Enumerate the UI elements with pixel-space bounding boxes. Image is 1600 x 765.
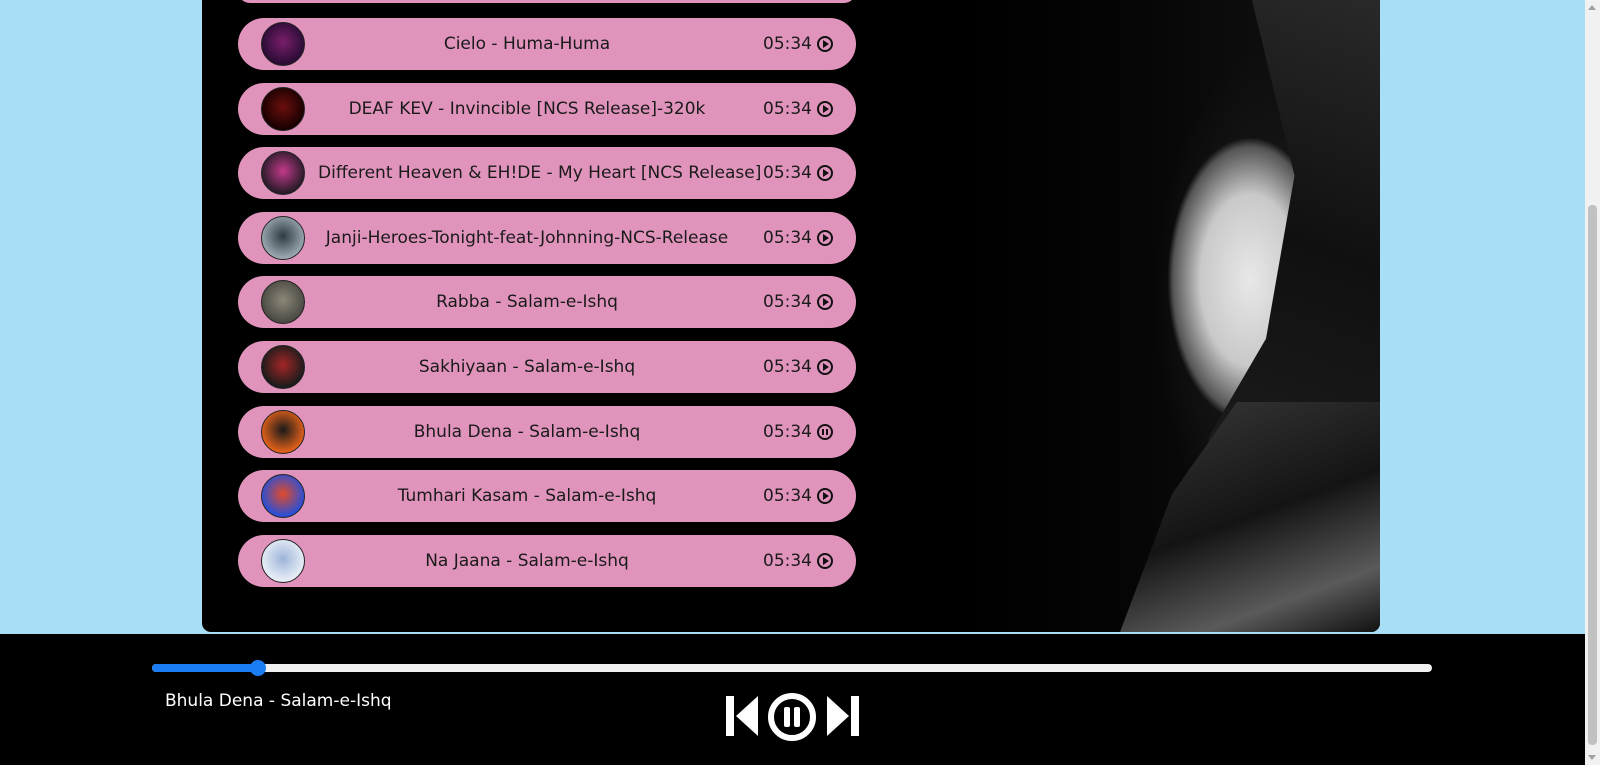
song-duration: 05:34: [763, 227, 812, 248]
progress-handle[interactable]: [250, 660, 267, 676]
song-item[interactable]: Tumhari Kasam - Salam-e-Ishq 05:34: [238, 470, 856, 523]
song-item[interactable]: DEAF KEV - Invincible [NCS Release]-320k…: [238, 82, 856, 135]
song-thumbnail: [261, 22, 305, 66]
song-thumbnail: [261, 151, 305, 196]
song-thumbnail: [261, 280, 305, 325]
song-thumbnail: [261, 344, 305, 389]
play-circle-icon[interactable]: [817, 100, 833, 117]
song-thumbnail: [261, 474, 305, 519]
progress-bar[interactable]: [152, 660, 1432, 676]
song-item[interactable]: Na Jaana - Salam-e-Ishq 05:34: [238, 534, 856, 587]
play-circle-icon[interactable]: [817, 294, 833, 311]
skip-next-icon[interactable]: [825, 692, 861, 740]
song-item-partial[interactable]: [238, 0, 856, 3]
song-duration: 05:34: [763, 292, 812, 313]
song-title: Bhula Dena - Salam-e-Ishq: [413, 421, 641, 442]
progress-fill: [152, 664, 259, 672]
song-duration: 05:34: [763, 34, 812, 54]
skip-previous-icon[interactable]: [724, 692, 760, 740]
song-item[interactable]: Different Heaven & EH!DE - My Heart [NCS…: [238, 147, 856, 200]
play-circle-icon[interactable]: [817, 488, 833, 505]
scroll-down-arrow-icon[interactable]: [1588, 755, 1596, 760]
scroll-thumb[interactable]: [1588, 205, 1597, 745]
play-circle-icon[interactable]: [817, 165, 833, 182]
song-thumbnail: [261, 86, 305, 131]
song-list: Cielo - Huma-Huma 05:34 DEAF KEV - Invinci…: [238, 0, 856, 599]
play-circle-icon[interactable]: [817, 229, 833, 246]
song-title: Janji-Heroes-Tonight-feat-Johnning-NCS-R…: [325, 227, 729, 248]
artist-portrait-image: [960, 0, 1380, 632]
song-item[interactable]: Rabba - Salam-e-Ishq 05:34: [238, 276, 856, 329]
song-title: Sakhiyaan - Salam-e-Ishq: [418, 356, 636, 377]
portrait-jacket: [1120, 402, 1380, 632]
page-scrollbar[interactable]: [1585, 0, 1600, 765]
playback-controls: [724, 692, 861, 742]
song-thumbnail: [261, 409, 305, 454]
play-circle-icon[interactable]: [817, 36, 833, 52]
play-circle-icon[interactable]: [817, 358, 833, 375]
song-title: Tumhari Kasam - Salam-e-Ishq: [397, 486, 657, 507]
scroll-up-arrow-icon[interactable]: [1588, 5, 1596, 10]
song-title: Rabba - Salam-e-Ishq: [436, 292, 618, 313]
player-bar: Bhula Dena - Salam-e-Ishq: [0, 634, 1585, 765]
song-item[interactable]: Sakhiyaan - Salam-e-Ishq 05:34: [238, 340, 856, 393]
song-title: DEAF KEV - Invincible [NCS Release]-320k: [348, 98, 706, 119]
song-title: Na Jaana - Salam-e-Ishq: [425, 550, 629, 571]
song-title: Different Heaven & EH!DE - My Heart [NCS…: [318, 163, 762, 184]
song-duration: 05:34: [763, 356, 812, 377]
play-circle-icon[interactable]: [817, 552, 833, 569]
song-item[interactable]: Janji-Heroes-Tonight-feat-Johnning-NCS-R…: [238, 211, 856, 264]
song-title: Cielo - Huma-Huma: [443, 34, 611, 54]
now-playing-title: Bhula Dena - Salam-e-Ishq: [165, 691, 392, 711]
song-thumbnail: [261, 215, 305, 260]
song-thumbnail: [261, 538, 305, 583]
song-duration: 05:34: [763, 486, 812, 507]
pause-circle-icon[interactable]: [817, 423, 833, 440]
song-item[interactable]: Bhula Dena - Salam-e-Ishq 05:34: [238, 405, 856, 458]
song-duration: 05:34: [763, 421, 812, 442]
song-duration: 05:34: [763, 98, 812, 119]
song-duration: 05:34: [763, 550, 812, 571]
song-item[interactable]: Cielo - Huma-Huma 05:34: [238, 18, 856, 70]
song-duration: 05:34: [763, 163, 812, 184]
pause-circle-icon[interactable]: [767, 692, 817, 742]
